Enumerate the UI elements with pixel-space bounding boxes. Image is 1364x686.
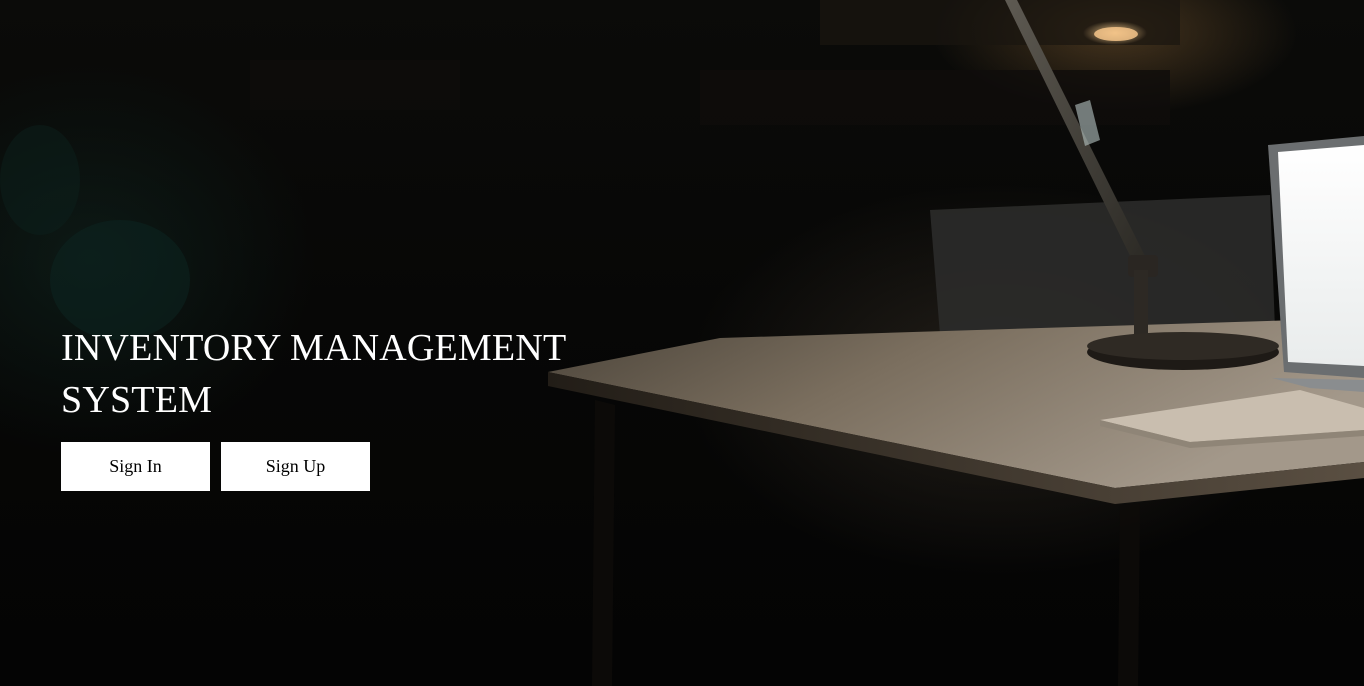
hero-content: INVENTORY MANAGEMENT SYSTEM Sign In Sign… bbox=[61, 322, 621, 491]
hero-section: INVENTORY MANAGEMENT SYSTEM Sign In Sign… bbox=[0, 0, 1364, 686]
sign-up-button[interactable]: Sign Up bbox=[221, 442, 370, 491]
page-title: INVENTORY MANAGEMENT SYSTEM bbox=[61, 327, 566, 421]
auth-button-group: Sign In Sign Up bbox=[61, 442, 621, 491]
sign-in-button[interactable]: Sign In bbox=[61, 442, 210, 491]
